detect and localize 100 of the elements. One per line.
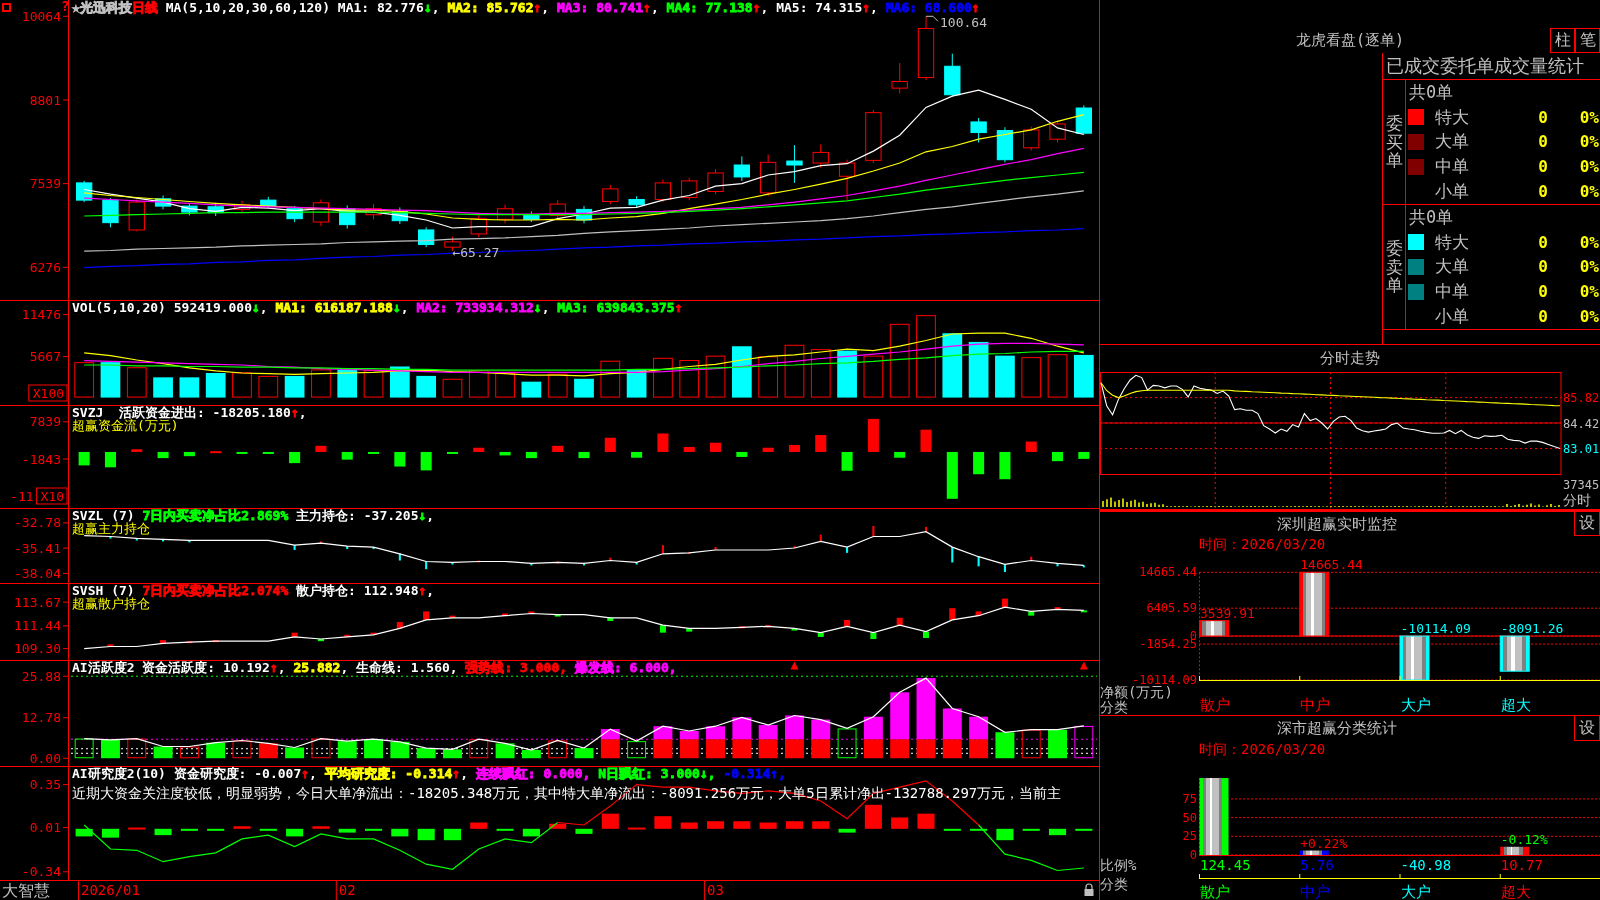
order-count: 0 (1537, 257, 1549, 277)
change-label: +0.22% (1300, 835, 1348, 851)
axis-label: -11 (10, 488, 34, 504)
order-percent: 0% (1578, 282, 1600, 302)
order-total: 共0单 (1408, 205, 1454, 229)
group-label: 委卖单 (1385, 238, 1403, 296)
order-count: 0 (1537, 107, 1549, 127)
value-label: -8091.26 (1500, 621, 1564, 637)
category-label: 超大 (1500, 883, 1531, 900)
order-count: 0 (1537, 232, 1549, 252)
axis-label: 7839 (29, 414, 61, 430)
axis-label: 109.30 (14, 641, 61, 657)
order-count: 0 (1537, 157, 1549, 177)
category-label: 超大 (1500, 696, 1531, 714)
period-label: 分时 (1563, 492, 1591, 508)
date-label: 02 (338, 882, 356, 898)
indicator-legend: ★光迅科技日线 MA(5,10,20,30,60,120) MA1: 82.776↓, MA2: 85.762↑, MA3: 80.741↑, MA4: 77.138↑, MA5: 74.315↑, MA6: 68.600↑ (72, 0, 980, 15)
indicator-legend: AI研究度2(10) 资金研究度: -0.007↑, 平均研究度: -0.314↑, 连续飘红: 0.000, N日飘红: 3.000↓, -0.314↑, (72, 766, 786, 781)
axis-label: 8801 (29, 92, 61, 108)
panel-title: 分时走势 (1320, 349, 1380, 367)
order-type-label: 中单 (1435, 155, 1470, 179)
order-type-label: 中单 (1435, 280, 1470, 304)
indicator-legend: SVSH (7) 7日内买卖净占比2.074% 散户持仓: 112.948↑, (72, 583, 435, 598)
time-label: 时间：2026/03/20 (1199, 741, 1326, 757)
value-label: 124.45 (1200, 857, 1251, 873)
brand-label: 大智慧 (2, 881, 50, 900)
axis-label: 0.00 (29, 750, 61, 766)
order-type-label: 大单 (1435, 255, 1470, 279)
axis-label: 25 (1182, 829, 1197, 844)
axis-label: 113.67 (14, 594, 61, 610)
category-label: 中户 (1300, 883, 1331, 900)
axis-title: 净额(万元) (1100, 684, 1173, 700)
order-type-label: 大单 (1435, 130, 1470, 154)
axis-label: 7539 (29, 176, 61, 192)
category-label: 散户 (1200, 696, 1230, 714)
value-label: 10.77 (1500, 857, 1543, 873)
value-label: 3539.91 (1200, 605, 1255, 621)
order-percent: 0% (1578, 107, 1600, 127)
value-label: 5.76 (1300, 857, 1334, 873)
annotation: 100.64 (940, 14, 988, 30)
date-label: 03 (707, 882, 724, 898)
order-type-label: 小单 (1435, 180, 1470, 204)
panel-title: 深圳超赢实时监控 (1276, 514, 1398, 535)
axis-label: -38.04 (14, 565, 61, 581)
axis-label: 111.44 (14, 618, 61, 634)
category-label: 大户 (1400, 696, 1431, 714)
order-count: 0 (1537, 282, 1549, 302)
date-label: 2026/01 (80, 882, 140, 898)
price-annotation: 100.64 (925, 14, 987, 30)
axis-label: 0.01 (29, 820, 61, 836)
axis-label: 14665.44 (1139, 565, 1197, 580)
panel-title: 龙虎看盘(逐单) (1294, 30, 1406, 51)
order-count: 0 (1537, 182, 1549, 202)
order-type-label: 特大 (1435, 105, 1470, 129)
group-label: 委买单 (1385, 113, 1403, 171)
axis-label: 5667 (29, 349, 61, 365)
axis-label: -0.34 (21, 864, 61, 880)
axis-label: 12.78 (21, 710, 61, 726)
axis-label: 84.42 (1563, 416, 1600, 431)
axis-label: 0.35 (29, 777, 61, 793)
category-label: 散户 (1200, 883, 1230, 900)
order-percent: 0% (1578, 307, 1600, 327)
category-label: 大户 (1400, 883, 1431, 900)
axis-label: 50 (1182, 810, 1197, 825)
order-percent: 0% (1578, 182, 1600, 202)
axis-label: -1843 (21, 451, 61, 467)
axis-title: 分类 (1100, 876, 1128, 892)
value-label: -10114.09 (1400, 621, 1471, 637)
indicator-legend: AI活跃度2 资金活跃度: 10.192↑, 25.882, 生命线: 1.560, 强势线: 3.000, 爆发线: 6.000, (72, 660, 677, 675)
category-label: 中户 (1300, 696, 1331, 714)
axis-label: 6276 (29, 259, 61, 275)
axis-title: 分类 (1100, 699, 1128, 715)
axis-label: -32.78 (14, 515, 61, 531)
order-percent: 0% (1578, 157, 1600, 177)
axis-label: -35.41 (14, 540, 61, 556)
value-label: 14665.44 (1300, 557, 1363, 573)
axis-label: 11476 (21, 307, 61, 323)
axis-label: 6405.59 (1146, 601, 1197, 616)
scale-tag: X10 (36, 487, 68, 505)
order-count: 0 (1537, 132, 1549, 152)
axis-label: 75 (1182, 791, 1197, 806)
time-label: 时间：2026/03/20 (1199, 536, 1326, 552)
axis-label: 10064 (21, 8, 61, 24)
table-title: 已成交委托单成交量统计 (1383, 53, 1600, 80)
order-percent: 0% (1578, 257, 1600, 277)
order-count: 0 (1537, 307, 1549, 327)
axis-title: 比例% (1100, 857, 1137, 873)
order-percent: 0% (1578, 232, 1600, 252)
indicator-legend: SVZJ 活跃资金进出: -18205.180↑, (72, 405, 307, 420)
indicator-legend: VOL(5,10,20) 592419.000↓, MA1: 616187.188↓, MA2: 733934.312↓, MA3: 639843.375↑ (72, 300, 683, 315)
scale-tag: X100 (28, 384, 68, 402)
value-label: -40.98 (1400, 857, 1452, 873)
order-type-label: 特大 (1435, 230, 1470, 254)
axis-label: -10114.09 (1131, 673, 1197, 687)
axis-label: 37345 (1563, 477, 1600, 492)
order-type-label: 小单 (1435, 305, 1470, 329)
axis-label: 25.88 (21, 668, 61, 684)
axis-label: 85.82 (1563, 391, 1600, 406)
change-label: -0.12% (1500, 831, 1548, 847)
axis-label: 83.01 (1563, 442, 1600, 457)
